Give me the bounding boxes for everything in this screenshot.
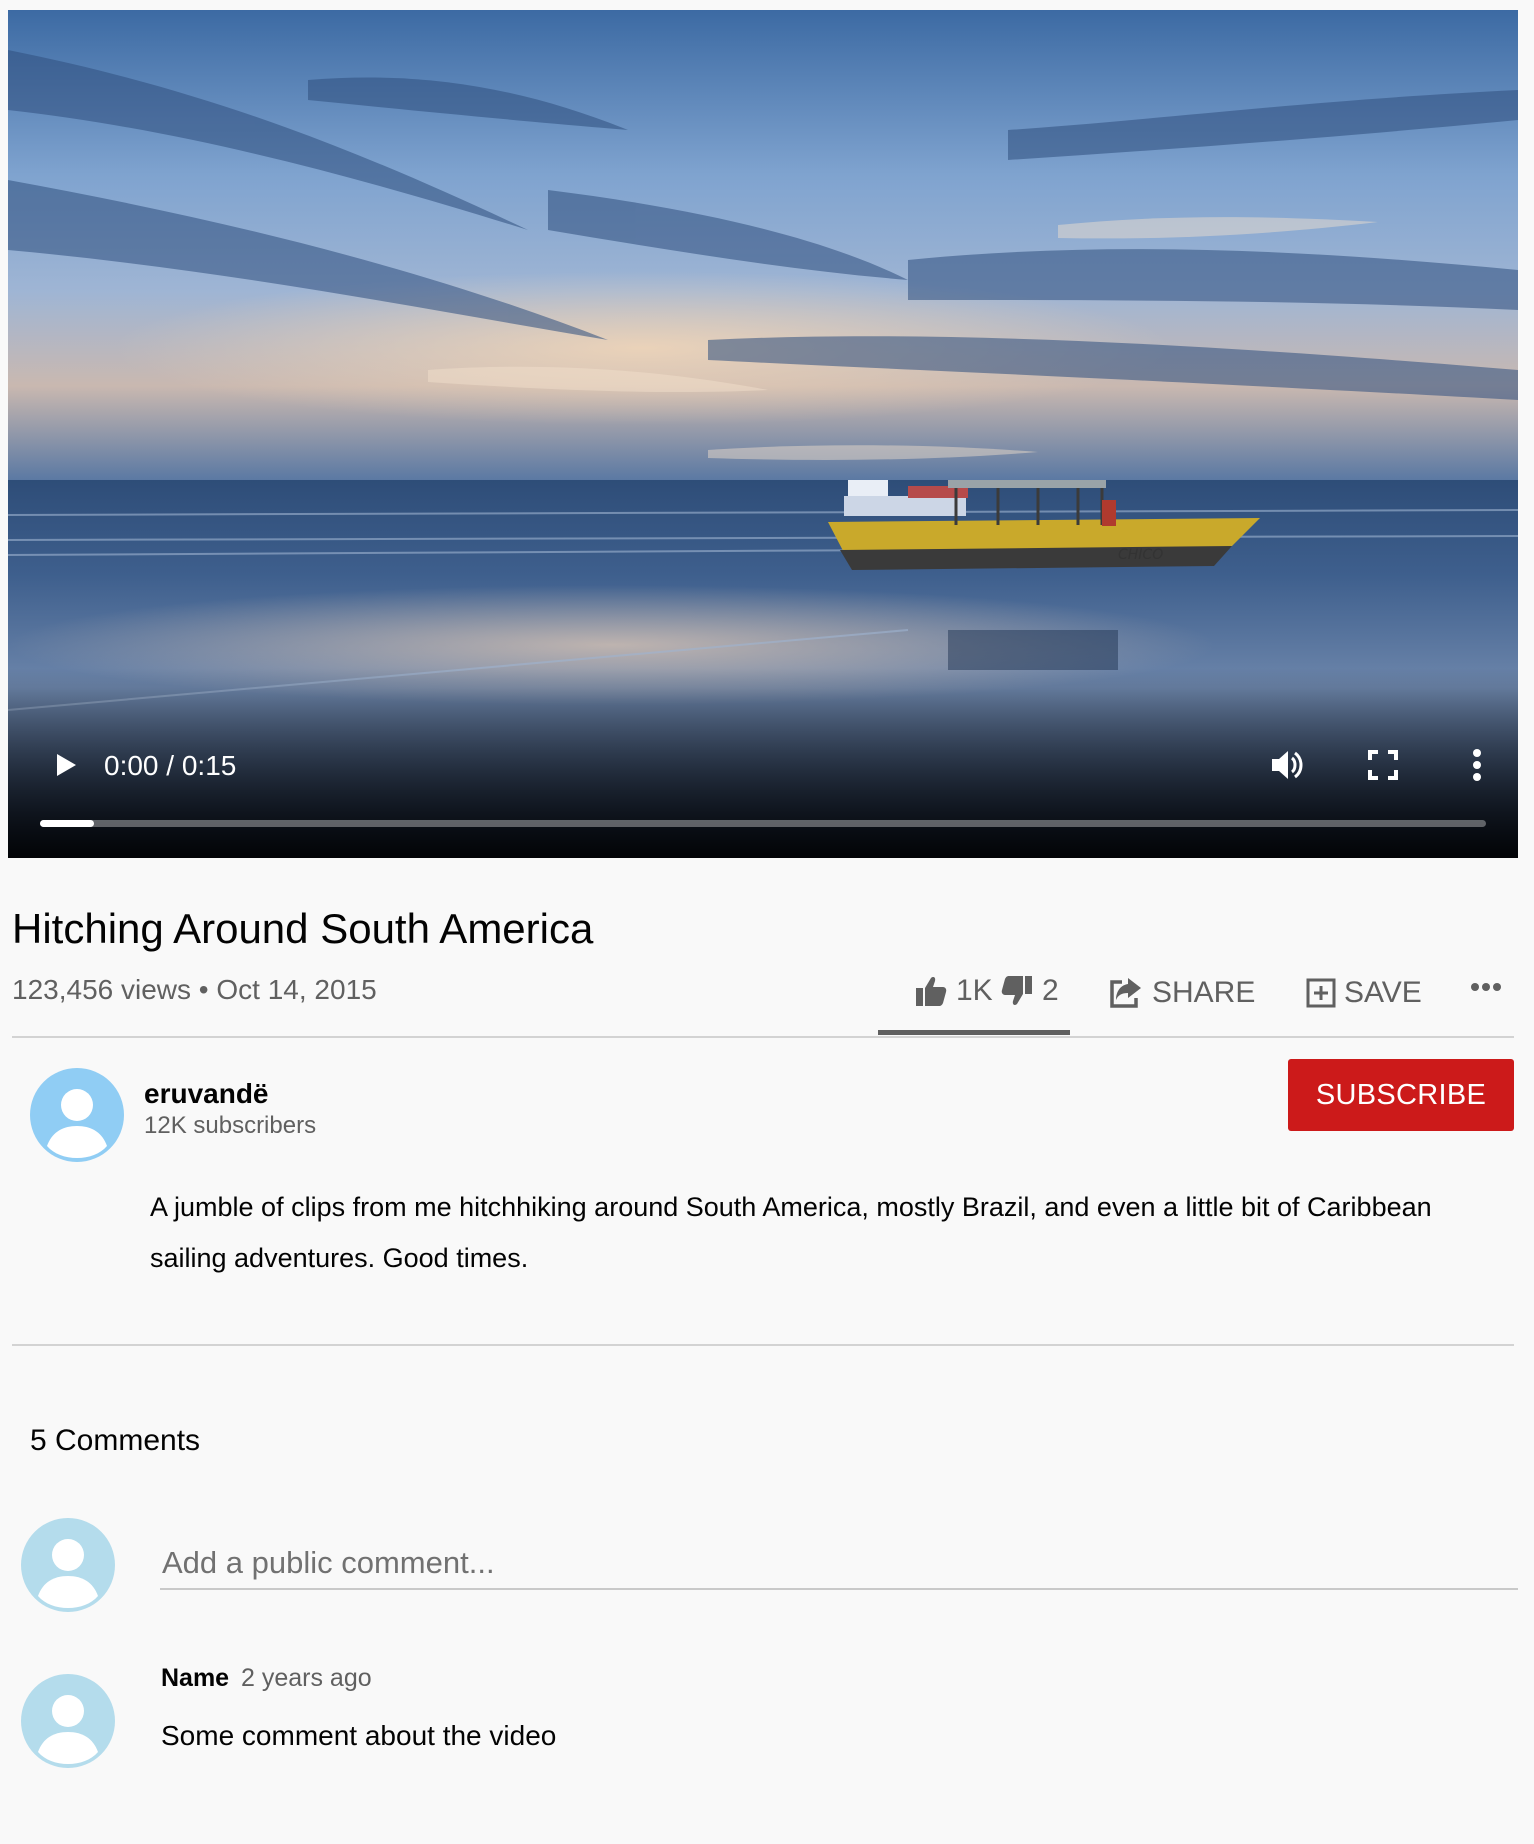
save-label: SAVE bbox=[1344, 976, 1422, 1009]
commenter-avatar[interactable] bbox=[21, 1674, 115, 1768]
share-label: SHARE bbox=[1152, 976, 1256, 1009]
play-icon bbox=[57, 754, 76, 776]
more-actions-button[interactable] bbox=[1470, 980, 1502, 994]
person-icon bbox=[47, 1089, 107, 1158]
thumbs-up-icon bbox=[916, 977, 947, 1006]
duration: 0:15 bbox=[181, 750, 237, 781]
share-icon bbox=[1110, 978, 1141, 1008]
share-button[interactable]: SHARE bbox=[1108, 976, 1255, 1010]
person-icon bbox=[38, 1539, 98, 1608]
dislike-count: 2 bbox=[1042, 974, 1059, 1007]
comment-timestamp[interactable]: 2 years ago bbox=[241, 1664, 372, 1693]
video-player[interactable]: CHICO 0:00 / 0:15 bbox=[8, 10, 1518, 858]
like-button[interactable]: 1K bbox=[914, 974, 993, 1008]
fullscreen-button[interactable] bbox=[1364, 746, 1402, 784]
video-description: A jumble of clips from me hitchhiking ar… bbox=[150, 1192, 1432, 1273]
volume-icon bbox=[1272, 751, 1303, 779]
video-title: Hitching Around South America bbox=[12, 905, 594, 952]
progress-bar[interactable] bbox=[40, 820, 1486, 827]
channel-name[interactable]: eruvandë bbox=[144, 1078, 269, 1110]
action-bar: 1K 2 SHARE SAVE bbox=[0, 970, 1534, 1020]
subscriber-count: 12K subscribers bbox=[144, 1112, 317, 1139]
more-horiz-icon bbox=[1471, 983, 1501, 991]
progress-fill bbox=[40, 820, 94, 827]
volume-button[interactable] bbox=[1266, 744, 1308, 786]
more-vert-icon bbox=[1473, 749, 1481, 781]
divider bbox=[12, 1344, 1514, 1346]
comment-text: Some comment about the video bbox=[161, 1720, 557, 1751]
like-count: 1K bbox=[956, 974, 993, 1007]
save-button[interactable]: SAVE bbox=[1306, 976, 1422, 1010]
user-avatar bbox=[21, 1518, 115, 1612]
channel-avatar[interactable] bbox=[30, 1068, 124, 1162]
player-more-button[interactable] bbox=[1460, 744, 1494, 786]
thumbs-down-icon bbox=[1001, 976, 1032, 1005]
divider bbox=[12, 1036, 1514, 1038]
add-to-playlist-icon bbox=[1306, 978, 1336, 1008]
play-button[interactable] bbox=[46, 745, 86, 785]
person-icon bbox=[38, 1695, 98, 1764]
sentiment-bar bbox=[878, 1030, 1070, 1035]
time-display: 0:00 / 0:15 bbox=[104, 750, 236, 782]
current-time: 0:00 bbox=[104, 750, 159, 781]
dislike-button[interactable]: 2 bbox=[1000, 974, 1059, 1008]
comment-author[interactable]: Name bbox=[161, 1664, 229, 1693]
comment-input[interactable] bbox=[160, 1538, 1518, 1590]
fullscreen-icon bbox=[1368, 750, 1398, 780]
comments-count: 5 Comments bbox=[30, 1424, 201, 1457]
time-separator: / bbox=[158, 750, 182, 781]
subscribe-button[interactable]: SUBSCRIBE bbox=[1288, 1059, 1514, 1131]
svg-text:CHICO: CHICO bbox=[1118, 547, 1163, 563]
